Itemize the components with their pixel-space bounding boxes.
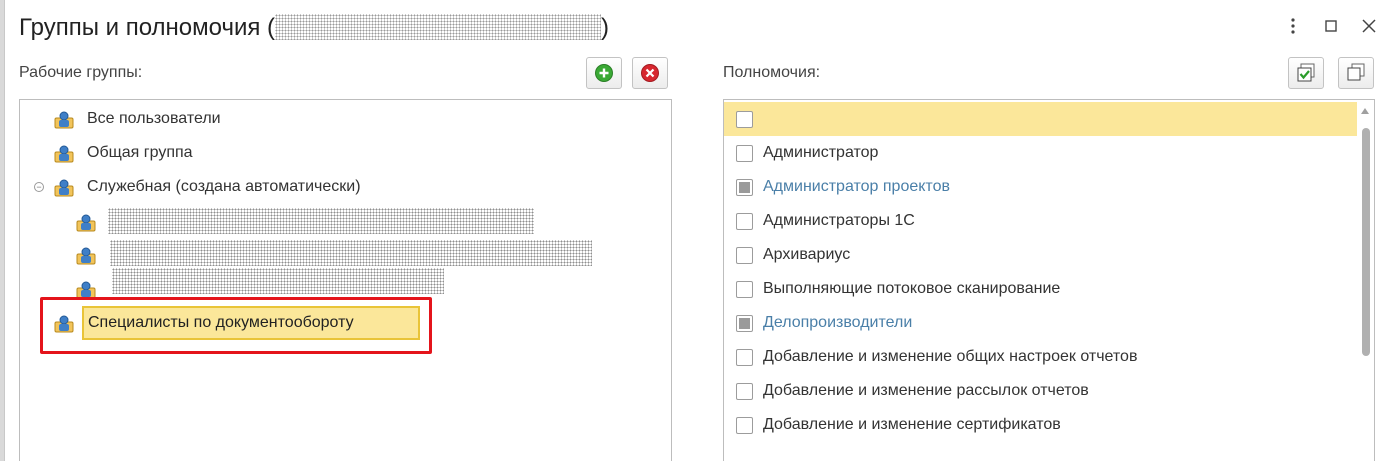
permission-checkbox[interactable] [736, 110, 753, 128]
redacted-label [110, 240, 592, 266]
permissions-list: Администратор Администратор проектов Адм… [723, 99, 1375, 461]
permission-row[interactable]: Выполняющие потоковое сканирование [724, 272, 1357, 306]
permission-checkbox[interactable] [736, 178, 753, 196]
groups-permissions-window: Группы и полномочия () Рабочие группы: В… [4, 0, 1384, 461]
user-group-icon [76, 281, 96, 299]
add-icon [595, 64, 613, 82]
user-group-icon [54, 145, 74, 163]
scroll-thumb[interactable] [1362, 128, 1370, 356]
permission-label: Архивариус [763, 246, 851, 263]
permission-checkbox[interactable] [736, 280, 753, 298]
permission-label: Делопроизводители [763, 314, 913, 331]
permission-row[interactable]: Делопроизводители [724, 306, 1357, 340]
uncheck-all-button[interactable] [1338, 57, 1374, 89]
redacted-title-part [275, 14, 602, 40]
permission-label: Администраторы 1С [763, 212, 915, 229]
close-icon[interactable] [1361, 16, 1377, 36]
groups-label: Рабочие группы: [19, 64, 143, 81]
permission-label: Добавление и изменение рассылок отчетов [763, 382, 1089, 399]
delete-icon [641, 64, 659, 82]
tree-item-all-users[interactable]: Все пользователи [54, 104, 221, 134]
window-controls [1285, 16, 1377, 36]
scroll-up-icon[interactable] [1361, 108, 1369, 114]
permission-checkbox[interactable] [736, 382, 753, 400]
check-all-icon [1297, 63, 1315, 82]
permission-row[interactable]: Добавление и изменение общих настроек от… [724, 340, 1357, 374]
groups-tree: Все пользователи Общая группа − Служебна… [19, 99, 672, 461]
permission-label: Администратор [763, 144, 879, 161]
permission-row[interactable]: Администраторы 1С [724, 204, 1357, 238]
delete-group-button[interactable] [632, 57, 668, 89]
user-group-icon [54, 111, 74, 129]
permission-label: Добавление и изменение сертификатов [763, 416, 1061, 433]
redacted-label [112, 268, 444, 294]
tree-item-label: Служебная (создана автоматически) [87, 178, 361, 195]
permission-row[interactable]: Администратор проектов [724, 170, 1357, 204]
permission-label: Добавление и изменение общих настроек от… [763, 348, 1138, 365]
permission-label: Выполняющие потоковое сканирование [763, 280, 1061, 297]
vertical-scrollbar[interactable] [1357, 100, 1374, 461]
title-bar: Группы и полномочия () [5, 0, 1384, 56]
user-group-icon [76, 214, 96, 232]
tree-item-service-group[interactable]: Служебная (создана автоматически) [54, 172, 361, 202]
permission-checkbox[interactable] [736, 212, 753, 230]
window-title-close-paren: ) [601, 14, 610, 41]
highlight-frame [40, 297, 432, 354]
tree-item-label: Общая группа [87, 144, 193, 161]
permission-checkbox[interactable] [736, 348, 753, 366]
permission-label: Администратор проектов [763, 178, 950, 195]
permissions-label: Полномочия: [723, 64, 821, 81]
tree-item-redacted-2[interactable] [76, 240, 96, 270]
check-all-button[interactable] [1288, 57, 1324, 89]
permission-row[interactable]: Добавление и изменение рассылок отчетов [724, 374, 1357, 408]
permission-checkbox[interactable] [736, 314, 753, 332]
user-group-icon [54, 179, 74, 197]
tree-item-redacted-1[interactable] [76, 207, 96, 237]
user-group-icon [76, 247, 96, 265]
window-title-text: Группы и полномочия ( [19, 14, 276, 41]
more-menu-icon[interactable] [1285, 16, 1301, 36]
permission-row[interactable]: Администратор [724, 136, 1357, 170]
permission-checkbox[interactable] [736, 416, 753, 434]
tree-item-common-group[interactable]: Общая группа [54, 138, 193, 168]
uncheck-all-icon [1347, 63, 1365, 81]
permission-row[interactable]: Добавление и изменение сертификатов [724, 408, 1357, 442]
collapse-icon[interactable]: − [34, 182, 44, 192]
redacted-label [108, 208, 534, 234]
permission-checkbox[interactable] [736, 246, 753, 264]
permission-checkbox[interactable] [736, 144, 753, 162]
window-title: Группы и полномочия () [19, 14, 609, 42]
add-group-button[interactable] [586, 57, 622, 89]
permission-row[interactable]: Архивариус [724, 238, 1357, 272]
maximize-icon[interactable] [1323, 16, 1339, 36]
permission-row[interactable] [724, 102, 1357, 136]
tree-item-label: Все пользователи [87, 110, 221, 127]
